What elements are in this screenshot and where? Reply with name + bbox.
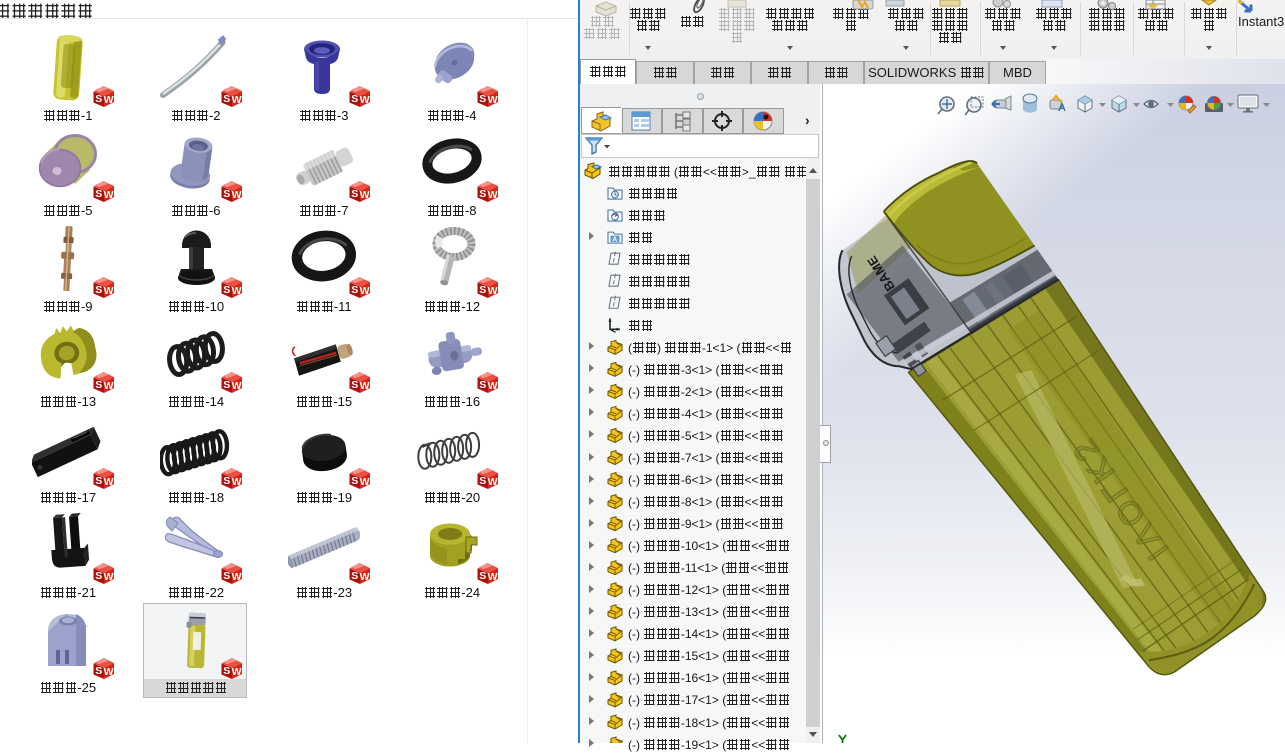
svg-text:S: S (479, 475, 486, 487)
svg-text:A: A (612, 236, 617, 243)
svg-text:S: S (95, 188, 102, 200)
svg-text:W: W (232, 190, 242, 202)
svg-text:S: S (223, 475, 230, 487)
svg-text:S: S (223, 188, 230, 200)
svg-text:S: S (223, 93, 230, 105)
svg-text:S: S (223, 570, 230, 582)
svg-text:S: S (95, 665, 102, 677)
svg-text:S: S (479, 93, 486, 105)
svg-text:W: W (104, 190, 114, 202)
svg-text:W: W (488, 285, 498, 297)
svg-text:S: S (223, 284, 230, 296)
svg-text:S: S (223, 379, 230, 391)
svg-text:W: W (104, 285, 114, 297)
svg-text:W: W (232, 667, 242, 679)
svg-text:S: S (351, 188, 358, 200)
svg-text:S: S (95, 93, 102, 105)
svg-text:S: S (351, 93, 358, 105)
svg-text:W: W (488, 380, 498, 392)
svg-text:W: W (488, 476, 498, 488)
svg-text:W: W (104, 476, 114, 488)
svg-text:S: S (95, 284, 102, 296)
svg-text:S: S (351, 284, 358, 296)
svg-text:W: W (104, 380, 114, 392)
svg-text:W: W (488, 571, 498, 583)
svg-text:W: W (232, 380, 242, 392)
svg-text:W: W (232, 571, 242, 583)
svg-text:W: W (360, 285, 370, 297)
svg-text:W: W (360, 571, 370, 583)
svg-text:S: S (223, 665, 230, 677)
svg-text:W: W (360, 380, 370, 392)
svg-text:W: W (104, 667, 114, 679)
svg-text:S: S (479, 188, 486, 200)
svg-text:S: S (479, 379, 486, 391)
svg-text:W: W (232, 476, 242, 488)
svg-text:S: S (95, 475, 102, 487)
svg-text:W: W (104, 571, 114, 583)
svg-text:S: S (479, 284, 486, 296)
svg-text:S: S (351, 475, 358, 487)
svg-text:W: W (232, 285, 242, 297)
svg-text:W: W (360, 94, 370, 106)
svg-text:S: S (479, 570, 486, 582)
svg-text:W: W (360, 190, 370, 202)
svg-text:S: S (95, 570, 102, 582)
svg-text:W: W (488, 94, 498, 106)
svg-text:S: S (351, 379, 358, 391)
svg-text:S: S (351, 570, 358, 582)
svg-text:W: W (360, 476, 370, 488)
svg-text:S: S (95, 379, 102, 391)
svg-text:W: W (488, 190, 498, 202)
svg-text:W: W (232, 94, 242, 106)
svg-text:W: W (104, 94, 114, 106)
